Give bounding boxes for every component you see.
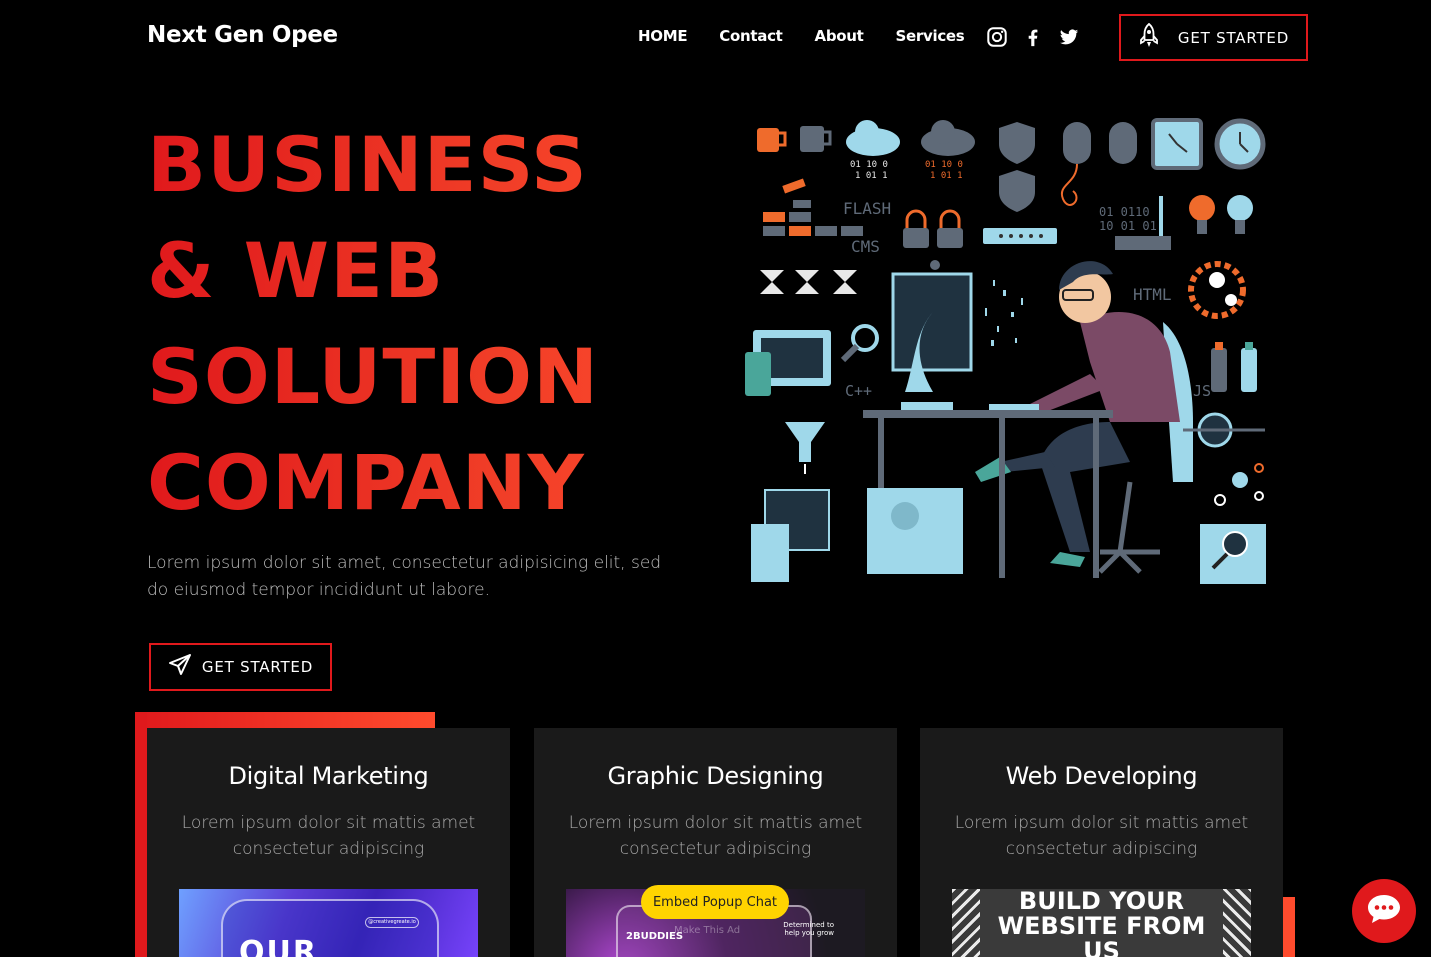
thumbnail-line-2: WEBSITE FROM	[997, 912, 1206, 940]
hero-title: BUSINESS & WEB SOLUTION COMPANY	[147, 112, 707, 536]
magnifier-chart-icon	[1183, 412, 1265, 448]
light-bulb-icon	[1189, 195, 1215, 234]
svg-text:1 01 1: 1 01 1	[855, 171, 888, 181]
hero-title-line-1: BUSINESS	[147, 112, 718, 218]
paper-plane-icon	[168, 653, 192, 681]
cloud-data-icon: 01 10 0 1 01 1	[921, 120, 975, 181]
code-particles	[985, 280, 1023, 346]
shield-icon	[999, 122, 1035, 164]
accent-bar-right	[1283, 897, 1295, 957]
clock-icon	[1151, 118, 1203, 170]
js-label: JS	[1193, 382, 1211, 400]
facebook-icon[interactable]	[1022, 26, 1044, 48]
thumbnail-line-1: BUILD YOUR	[1018, 889, 1185, 915]
desk-monitor	[891, 260, 973, 410]
mug-icon	[757, 128, 787, 152]
thumbnail-faded-text: Make This Ad	[674, 925, 741, 936]
service-card-title: Digital Marketing	[228, 762, 429, 790]
flash-label: FLASH	[843, 199, 891, 218]
service-card-description: Lorem ipsum dolor sit mattis amet consec…	[181, 813, 476, 859]
hero-title-line-3: SOLUTION	[147, 324, 718, 430]
developer-illustration: 01 10 0 1 01 1 01 10 0 1 01 1 FLASH CMS …	[745, 118, 1266, 584]
hero-description: Lorem ipsum dolor sit amet, consectetur …	[147, 553, 662, 600]
svg-text:01 0110: 01 0110	[1099, 205, 1150, 219]
binary-modem-icon: 01 0110 10 01 01	[1099, 196, 1171, 250]
nav-services[interactable]: Services	[896, 27, 965, 45]
accent-bar-top	[135, 712, 435, 728]
hero-title-line-2: & WEB	[147, 218, 718, 324]
rocket-icon	[1138, 22, 1160, 53]
accent-bar-left	[135, 712, 147, 957]
computer-case	[867, 488, 963, 574]
main-nav: HOME Contact About Services	[638, 27, 996, 45]
thumbnail-headline: BUILD YOUR WEBSITE FROM US	[952, 889, 1251, 957]
mouse-icon	[1060, 122, 1091, 206]
service-card-title: Graphic Designing	[607, 762, 824, 790]
light-bulb-icon	[1227, 195, 1253, 234]
gear-icon	[1188, 261, 1246, 319]
html-label: HTML	[1133, 285, 1172, 304]
service-card-description: Lorem ipsum dolor sit mattis amet consec…	[954, 813, 1249, 859]
twitter-icon[interactable]	[1058, 26, 1080, 48]
svg-text:10 01 01: 10 01 01	[1099, 219, 1157, 233]
service-card-title: Web Developing	[1005, 762, 1198, 790]
get-started-hero-button[interactable]: GET STARTED	[149, 643, 332, 691]
svg-text:01 10 0: 01 10 0	[850, 160, 888, 170]
screen-icon	[745, 330, 831, 396]
service-card-description: Lorem ipsum dolor sit mattis amet consec…	[568, 813, 863, 859]
social-links	[986, 26, 1080, 48]
code-window-icon	[751, 489, 830, 582]
service-thumbnail: @creativegreate.io OUR	[179, 889, 478, 957]
lock-icon	[903, 209, 929, 248]
thumbnail-tag: @creativegreate.io	[365, 917, 419, 928]
usb-drive-icon	[1211, 342, 1257, 392]
mug-icon	[800, 126, 832, 152]
service-card-graphic-designing[interactable]: Graphic Designing Lorem ipsum dolor sit …	[534, 728, 897, 957]
analytics-window-icon	[1200, 524, 1266, 584]
get-started-hero-label: GET STARTED	[201, 658, 314, 676]
thumbnail-text: 2BUDDIES	[626, 931, 684, 942]
get-started-top-label: GET STARTED	[1177, 28, 1290, 47]
instagram-icon[interactable]	[986, 26, 1008, 48]
thumbnail-line-3: US	[1083, 937, 1120, 957]
chat-bubble-icon	[1365, 892, 1403, 930]
embed-popup-chat-button[interactable]: Embed Popup Chat	[641, 885, 789, 919]
brand-logo[interactable]: Next Gen Opee	[147, 22, 338, 48]
thumbnail-subtext: Determined to help you grow	[783, 921, 834, 937]
hero-title-line-4: COMPANY	[147, 430, 718, 536]
nav-home[interactable]: HOME	[638, 27, 688, 45]
lock-icon	[937, 209, 963, 248]
get-started-top-button[interactable]: GET STARTED	[1119, 14, 1308, 61]
cms-label: CMS	[851, 237, 880, 256]
router-icon	[983, 228, 1057, 244]
clock-icon	[1214, 118, 1266, 170]
svg-text:01 10 0: 01 10 0	[925, 160, 963, 170]
service-card-digital-marketing[interactable]: Digital Marketing Lorem ipsum dolor sit …	[147, 728, 510, 957]
cloud-data-icon: 01 10 0 1 01 1	[846, 120, 900, 181]
service-thumbnail: BUILD YOUR WEBSITE FROM US	[952, 889, 1251, 957]
funnel-icon	[785, 422, 825, 474]
thumbnail-text: OUR	[239, 935, 318, 957]
mouse-icon	[1109, 122, 1137, 164]
shield-icon	[999, 170, 1035, 212]
service-card-web-developing[interactable]: Web Developing Lorem ipsum dolor sit mat…	[920, 728, 1283, 957]
network-icon	[1214, 463, 1264, 506]
hourglass-icon	[760, 270, 857, 294]
cpp-label: C++	[845, 382, 872, 400]
svg-text:1 01 1: 1 01 1	[930, 171, 963, 181]
chat-button[interactable]	[1352, 879, 1416, 943]
search-code-icon	[840, 324, 879, 363]
nav-contact[interactable]: Contact	[719, 27, 783, 45]
nav-about[interactable]: About	[815, 27, 864, 45]
chair	[1098, 481, 1160, 574]
